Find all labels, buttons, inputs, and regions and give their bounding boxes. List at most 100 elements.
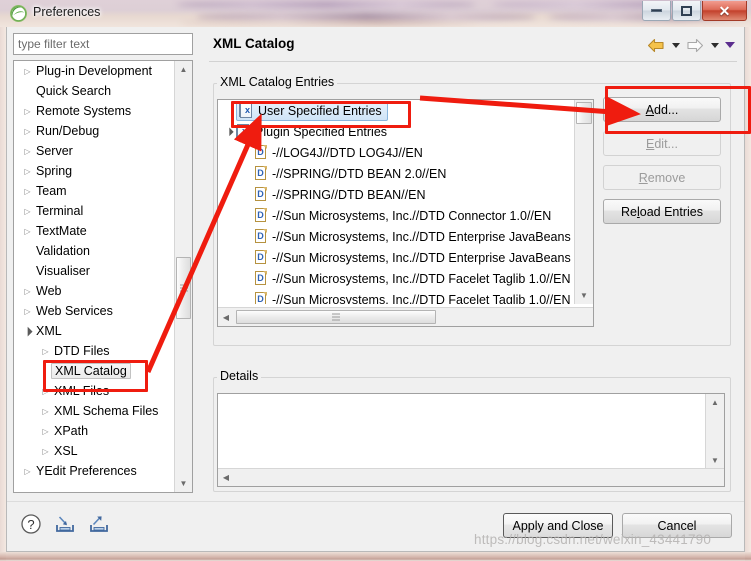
sidebar-item-dtd-files[interactable]: ▷ DTD Files (14, 341, 175, 361)
window-titlebar[interactable]: Preferences ✕ (0, 0, 751, 27)
export-icon[interactable] (87, 512, 111, 536)
chevron-right-icon[interactable]: ▷ (20, 107, 35, 116)
view-menu-icon[interactable] (723, 35, 736, 55)
close-icon: ✕ (718, 2, 731, 19)
entry-wrapper: D -//Sun Microsystems, Inc.//DTD Facelet … (254, 271, 570, 286)
sidebar-item-visualiser[interactable]: Visualiser (14, 261, 175, 281)
sidebar-item-label: XML (36, 324, 62, 338)
maximize-button[interactable] (672, 1, 701, 21)
sidebar-item-xml-schema-files[interactable]: ▷ XML Schema Files (14, 401, 175, 421)
import-icon[interactable] (53, 512, 77, 536)
scrollbar-thumb[interactable] (176, 257, 191, 319)
chevron-right-icon[interactable]: ▷ (20, 167, 35, 176)
catalog-entry-row[interactable]: D -//Sun Microsystems, Inc.//DTD Enterpri… (218, 247, 575, 268)
sidebar-item-quick-search[interactable]: Quick Search (14, 81, 175, 101)
catalog-entry-label: -//Sun Microsystems, Inc.//DTD Facelet T… (272, 271, 571, 286)
chevron-right-icon[interactable]: ▷ (20, 147, 35, 156)
reload-entries-button[interactable]: Reload Entries (603, 199, 721, 224)
chevron-right-icon[interactable]: ▷ (38, 447, 53, 456)
chevron-right-icon[interactable]: ▷ (20, 467, 35, 476)
scrollbar-corner (706, 469, 724, 486)
catalog-entry-row[interactable]: D -//SPRING//DTD BEAN//EN (218, 184, 575, 205)
catalog-entry-row[interactable]: x User Specified Entries (218, 100, 575, 121)
catalog-entry-row[interactable]: D -//Sun Microsystems, Inc.//DTD Facelet … (218, 268, 575, 289)
dtd-file-icon: D (254, 187, 268, 202)
minimize-button[interactable] (642, 1, 671, 21)
filter-input[interactable] (13, 33, 193, 55)
scroll-down-arrow[interactable]: ▼ (575, 287, 593, 304)
sidebar-item-validation[interactable]: Validation (14, 241, 175, 261)
sidebar-item-xml-catalog[interactable]: XML Catalog (14, 361, 175, 381)
scroll-down-arrow[interactable]: ▼ (175, 475, 192, 492)
preferences-tree-scrollbar[interactable]: ▲ ▼ (174, 61, 192, 492)
sidebar-item-yedit-preferences[interactable]: ▷ YEdit Preferences (14, 461, 175, 481)
sidebar-item-xml-files[interactable]: ▷ XML Files (14, 381, 175, 401)
glass-blur-artifact (180, 20, 480, 26)
back-arrow-icon[interactable] (645, 35, 667, 55)
entry-wrapper: D -//Sun Microsystems, Inc.//DTD Facelet … (254, 292, 570, 304)
chevron-right-icon[interactable]: ▷ (38, 407, 53, 416)
catalog-entry-row[interactable]: D -//Sun Microsystems, Inc.//DTD Facelet … (218, 289, 575, 304)
catalog-entry-row[interactable]: D -//LOG4J//DTD LOG4J//EN (218, 142, 575, 163)
sidebar-item-team[interactable]: ▷ Team (14, 181, 175, 201)
scrollbar-thumb[interactable] (576, 102, 592, 124)
chevron-right-icon[interactable]: ▷ (20, 187, 35, 196)
chevron-right-icon[interactable]: ▷ (20, 307, 35, 316)
chevron-right-icon[interactable]: ▷ (20, 207, 35, 216)
chevron-right-icon[interactable]: ▷ (38, 387, 53, 396)
chevron-right-icon[interactable]: ▷ (20, 127, 35, 136)
chevron-right-icon[interactable]: ▷ (38, 347, 53, 356)
catalog-entry-row[interactable]: ◢ x Plugin Specified Entries (218, 121, 575, 142)
sidebar-item-xpath[interactable]: ▷ XPath (14, 421, 175, 441)
chevron-right-icon[interactable]: ▷ (20, 67, 35, 76)
details-content[interactable]: ▲ ▼ ◀ ▶ (217, 393, 725, 487)
chevron-down-icon[interactable]: ◢ (221, 123, 237, 139)
chevron-right-icon[interactable]: ▷ (20, 287, 35, 296)
preferences-tree[interactable]: ▷ Plug-in Development Quick Search ▷ Remote … (13, 60, 193, 493)
sidebar-item-server[interactable]: ▷ Server (14, 141, 175, 161)
sidebar-item-xsl[interactable]: ▷ XSL (14, 441, 175, 461)
chevron-down-icon[interactable]: ◢ (18, 322, 36, 340)
back-dropdown-icon[interactable] (669, 35, 682, 55)
catalog-entry-row[interactable]: D -//SPRING//DTD BEAN 2.0//EN (218, 163, 575, 184)
sidebar-item-spring[interactable]: ▷ Spring (14, 161, 175, 181)
scrollbar-corner (575, 308, 593, 326)
sidebar-item-terminal[interactable]: ▷ Terminal (14, 201, 175, 221)
sidebar-item-textmate[interactable]: ▷ TextMate (14, 221, 175, 241)
page-title: XML Catalog (213, 36, 295, 51)
add-button[interactable]: Add... (603, 97, 721, 122)
sidebar-item-plug-in-development[interactable]: ▷ Plug-in Development (14, 61, 175, 81)
catalog-entry-row[interactable]: D -//Sun Microsystems, Inc.//DTD Enterpri… (218, 226, 575, 247)
chevron-right-icon[interactable]: ▷ (20, 227, 35, 236)
catalog-list-vertical-scrollbar[interactable]: ▼ (574, 100, 593, 304)
chevron-right-icon[interactable]: ▷ (38, 427, 53, 436)
catalog-entry-row[interactable]: D -//Sun Microsystems, Inc.//DTD Connecto… (218, 205, 575, 226)
catalog-entries-list[interactable]: x User Specified Entries ◢ x Plugin Specifie… (217, 99, 594, 327)
catalog-entry-label: Plugin Specified Entries (255, 124, 388, 139)
scroll-up-arrow[interactable]: ▲ (175, 61, 192, 78)
sidebar-item-web[interactable]: ▷ Web (14, 281, 175, 301)
dialog-client-area: ▷Plug-in DevelopmentQuick Search▷Remote … (6, 27, 745, 552)
watermark: https://blog.csdn.net/weixin_43441790 (474, 532, 712, 547)
sidebar-item-label: DTD Files (54, 344, 110, 358)
forward-dropdown-icon[interactable] (708, 35, 721, 55)
scroll-up-arrow[interactable]: ▲ (706, 394, 724, 411)
scrollbar-thumb[interactable] (236, 310, 436, 324)
scroll-left-arrow[interactable]: ◀ (218, 309, 234, 325)
sidebar-item-run-debug[interactable]: ▷ Run/Debug (14, 121, 175, 141)
details-vertical-scrollbar[interactable]: ▲ ▼ (705, 394, 724, 469)
close-button[interactable]: ✕ (702, 1, 747, 21)
scroll-left-arrow[interactable]: ◀ (218, 470, 234, 486)
sidebar-item-remote-systems[interactable]: ▷ Remote Systems (14, 101, 175, 121)
catalog-list-horizontal-scrollbar[interactable]: ◀ ▶ (218, 307, 593, 326)
entry-wrapper: D -//Sun Microsystems, Inc.//DTD Enterpri… (254, 250, 575, 265)
catalog-entry-label: -//SPRING//DTD BEAN//EN (272, 187, 426, 202)
entry-wrapper: D -//Sun Microsystems, Inc.//DTD Enterpri… (254, 229, 575, 244)
scroll-down-arrow[interactable]: ▼ (706, 452, 724, 469)
sidebar-item-label: Validation (36, 244, 90, 258)
help-icon[interactable]: ? (19, 512, 43, 536)
catalog-entry-label: -//Sun Microsystems, Inc.//DTD Facelet T… (272, 292, 571, 305)
sidebar-item-web-services[interactable]: ▷ Web Services (14, 301, 175, 321)
details-horizontal-scrollbar[interactable]: ◀ ▶ (218, 468, 724, 486)
sidebar-item-xml[interactable]: ◢ XML (14, 321, 175, 341)
